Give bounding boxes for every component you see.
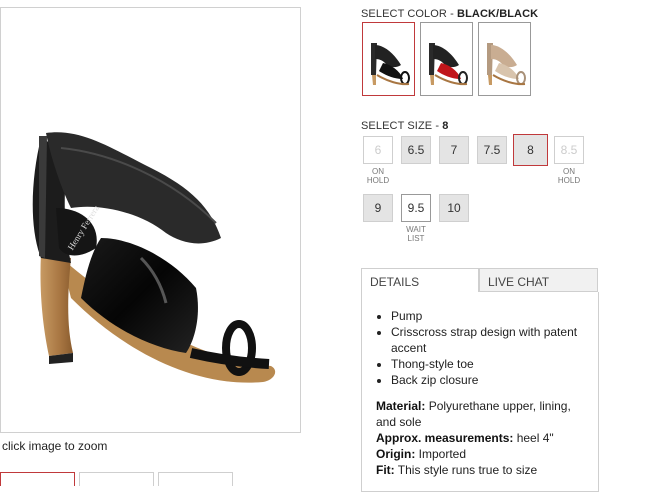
size-label: SELECT SIZE - 8 [361, 120, 449, 132]
color-label: SELECT COLOR - BLACK/BLACK [361, 8, 538, 20]
origin-label: Origin: [376, 447, 416, 461]
size-8-5-note-1: ON [563, 167, 575, 176]
swatch-black-shoe [371, 43, 410, 86]
selected-size: 8 [442, 120, 449, 132]
tab-details[interactable]: DETAILS [361, 268, 479, 293]
size-option-6[interactable]: 6 [363, 136, 393, 164]
fit-value: This style runs true to size [394, 463, 538, 477]
zoom-hint: click image to zoom [2, 439, 108, 453]
size-6-note-2: HOLD [366, 176, 390, 185]
measurement-label: Approx. measurements: [376, 431, 514, 445]
measurement-info: Approx. measurements: heel 4" [376, 430, 586, 446]
origin-value: Imported [415, 447, 467, 461]
size-option-9-5[interactable]: 9.5 [401, 194, 431, 222]
size-9-5-note-2: LIST [407, 234, 425, 243]
material-label: Material: [376, 399, 426, 413]
tab-live-chat[interactable]: LIVE CHAT [479, 268, 598, 292]
size-option-9[interactable]: 9 [363, 194, 393, 222]
sandal-illustration: Henry Ferrera [32, 132, 276, 383]
measurement-value: heel 4" [513, 431, 554, 445]
swatch-red-shoe [429, 43, 468, 86]
size-option-10[interactable]: 10 [439, 194, 469, 222]
thumbnail-3[interactable] [158, 472, 233, 486]
product-main-image[interactable]: Henry Ferrera [0, 7, 301, 433]
list-item: Pump [391, 308, 596, 324]
material-info: Material: Polyurethane upper, lining, an… [376, 398, 586, 430]
size-option-8-5[interactable]: 8.5 [554, 136, 584, 164]
details-bullet-list: Pump Crisscross strap design with patent… [376, 308, 596, 388]
selected-color: BLACK/BLACK [457, 8, 539, 20]
swatch-beige-shoe [487, 43, 526, 86]
size-8-5-status: ON HOLD [554, 167, 584, 185]
thumbnail-2[interactable] [79, 472, 154, 486]
size-9-5-status: WAIT LIST [401, 225, 431, 243]
origin-info: Origin: Imported [376, 446, 586, 462]
size-option-7-5[interactable]: 7.5 [477, 136, 507, 164]
fit-info: Fit: This style runs true to size [376, 462, 586, 478]
size-option-6-5[interactable]: 6.5 [401, 136, 431, 164]
color-swatch-red[interactable] [420, 22, 473, 96]
list-item: Back zip closure [391, 372, 596, 388]
size-9-5-note-1: WAIT [406, 225, 426, 234]
size-6-note-1: ON [372, 167, 384, 176]
size-option-8[interactable]: 8 [513, 134, 548, 166]
list-item: Crisscross strap design with patent acce… [391, 324, 596, 356]
color-swatch-black[interactable] [362, 22, 415, 96]
size-option-7[interactable]: 7 [439, 136, 469, 164]
fit-label: Fit: [376, 463, 395, 477]
size-8-5-note-2: HOLD [557, 176, 581, 185]
color-label-prefix: SELECT COLOR - [361, 8, 458, 20]
size-6-status: ON HOLD [363, 167, 393, 185]
thumbnail-1[interactable] [0, 472, 75, 486]
size-label-prefix: SELECT SIZE - [361, 120, 443, 132]
color-swatch-beige[interactable] [478, 22, 531, 96]
list-item: Thong-style toe [391, 356, 596, 372]
